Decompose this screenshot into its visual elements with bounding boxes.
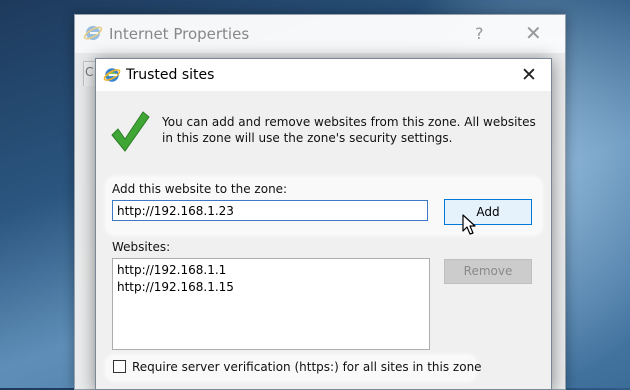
server-verification-label[interactable]: Require server verification (https:) for… [132, 360, 482, 374]
close-button[interactable]: ✕ [514, 63, 544, 87]
add-website-label: Add this website to the zone: [112, 182, 288, 196]
dialog-titlebar[interactable]: Trusted sites ✕ [96, 59, 551, 91]
green-checkmark-icon [111, 111, 150, 152]
internet-properties-titlebar: Internet Properties ? ✕ [75, 15, 565, 53]
internet-explorer-icon [83, 26, 103, 40]
internet-explorer-globe-icon [103, 68, 121, 82]
zone-description: You can add and remove websites from thi… [162, 115, 536, 145]
dialog-title: Trusted sites [126, 67, 215, 83]
website-list-item[interactable]: http://192.168.1.15 [117, 279, 425, 296]
website-list-item[interactable]: http://192.168.1.1 [117, 262, 425, 279]
add-website-input[interactable] [112, 200, 428, 221]
mouse-cursor-icon [462, 214, 476, 235]
tab-general-label: C [85, 65, 94, 79]
add-button[interactable]: Add [444, 199, 532, 225]
help-button[interactable]: ? [475, 24, 484, 43]
remove-button[interactable]: Remove [444, 259, 532, 284]
websites-label: Websites: [112, 240, 171, 254]
internet-properties-title: Internet Properties [109, 25, 250, 43]
server-verification-checkbox[interactable] [113, 360, 126, 373]
websites-listbox[interactable]: http://192.168.1.1 http://192.168.1.15 [112, 258, 430, 350]
trusted-sites-dialog: Trusted sites ✕ You can add and remove w… [95, 58, 552, 390]
close-icon[interactable]: ✕ [525, 21, 542, 45]
